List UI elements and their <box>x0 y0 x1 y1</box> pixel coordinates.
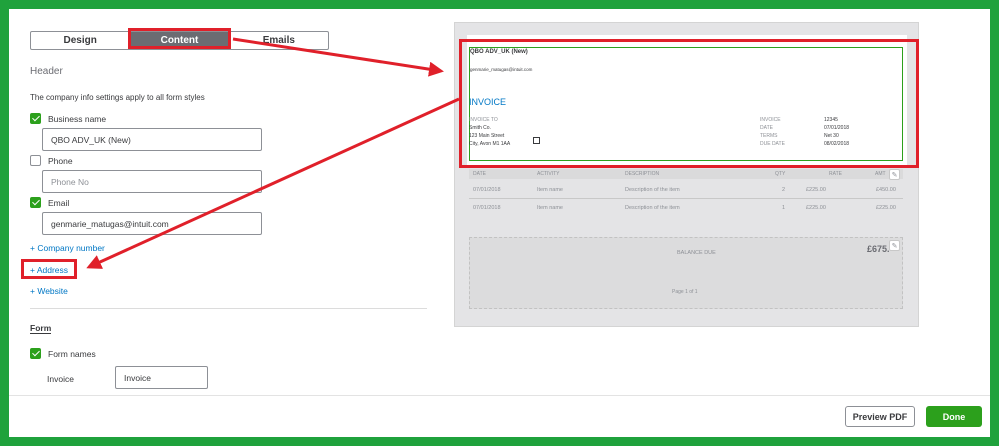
arrow-to-header-preview <box>232 37 444 77</box>
customize-form-panel: Design Content Emails Header The company… <box>9 9 990 437</box>
arrow-to-address-link <box>86 97 460 269</box>
annotation-arrows <box>86 37 460 269</box>
